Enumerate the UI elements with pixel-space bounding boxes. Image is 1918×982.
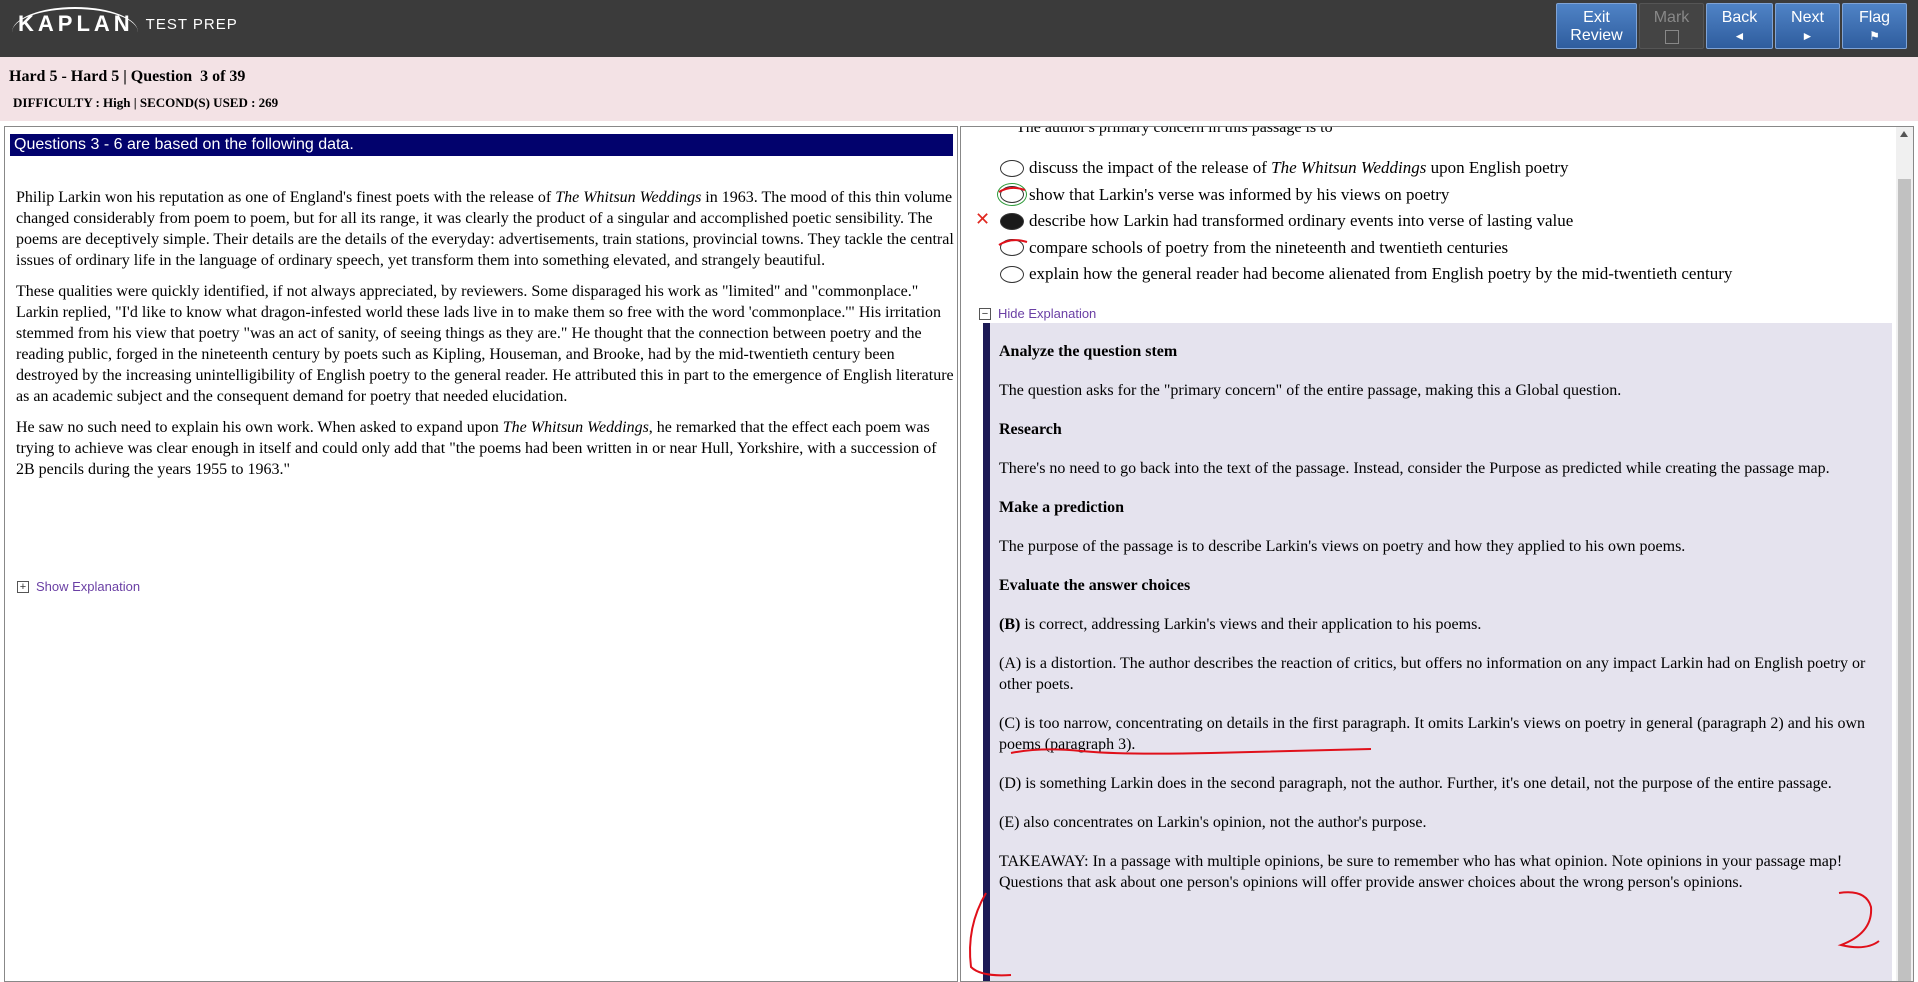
choice-e-radio[interactable] (1000, 265, 1024, 283)
collapse-icon: − (979, 307, 991, 320)
explanation-takeaway: TAKEAWAY: In a passage with multiple opi… (999, 853, 1843, 891)
next-button[interactable]: Next ► (1775, 3, 1840, 49)
passage-paragraph-3: He saw no such need to explain his own w… (16, 419, 937, 478)
back-label: Back (1721, 9, 1758, 26)
choice-e[interactable]: explain how the general reader had becom… (1000, 261, 1732, 288)
explanation-heading-analyze: Analyze the question stem (999, 343, 1178, 360)
explanation-text-analyze: The question asks for the "primary conce… (999, 382, 1622, 399)
flag-button[interactable]: Flag ⚑ (1842, 3, 1907, 49)
choice-c[interactable]: ✕ describe how Larkin had transformed or… (975, 208, 1732, 235)
passage-text: Philip Larkin won his reputation as one … (16, 187, 954, 490)
choice-d-radio[interactable] (1000, 239, 1024, 257)
hide-explanation-toggle[interactable]: − Hide Explanation (979, 306, 1096, 321)
exit-review-sublabel: Review (1570, 27, 1623, 44)
choice-d[interactable]: compare schools of poetry from the ninet… (1000, 235, 1732, 262)
hide-explanation-label: Hide Explanation (998, 306, 1097, 321)
expand-icon: + (17, 580, 29, 593)
passage-pane: Questions 3 - 6 are based on the followi… (4, 126, 958, 982)
logo-tagline: TEST PREP (145, 15, 238, 33)
answer-choices: discuss the impact of the release of The… (975, 155, 1732, 288)
choice-b[interactable]: show that Larkin's verse was informed by… (997, 182, 1732, 209)
kaplan-logo: KAPLAN TEST PREP (12, 6, 238, 42)
back-button[interactable]: Back ◄ (1706, 3, 1773, 49)
mark-checkbox[interactable] (1664, 30, 1679, 44)
flag-label: Flag (1858, 9, 1891, 26)
difficulty-info: DIFFICULTY : High | SECOND(S) USED : 269 (13, 95, 279, 110)
scroll-up-icon[interactable] (1900, 131, 1908, 137)
vertical-scrollbar[interactable] (1896, 127, 1913, 981)
question-stem: The author's primary concern in this pas… (1016, 126, 1333, 136)
choice-c-radio[interactable] (1000, 212, 1024, 230)
explanation-text-research: There's no need to go back into the text… (999, 460, 1830, 477)
choice-a-label: discuss the impact of the release of The… (1029, 158, 1569, 178)
passage-heading: Questions 3 - 6 are based on the followi… (10, 134, 953, 156)
question-header: Hard 5 - Hard 5 | Question 3 of 39 DIFFI… (0, 57, 1918, 121)
mark-button[interactable]: Mark (1639, 3, 1704, 49)
next-arrow-icon: ► (1801, 29, 1814, 43)
question-pane: The author's primary concern in this pas… (960, 126, 1914, 982)
next-label: Next (1791, 9, 1824, 26)
exit-review-button[interactable]: Exit Review (1556, 3, 1637, 49)
back-arrow-icon: ◄ (1733, 29, 1746, 43)
explanation-text-prediction: The purpose of the passage is to describ… (999, 538, 1686, 555)
explanation-choice-c: (C) is too narrow, concentrating on deta… (999, 715, 1866, 753)
explanation-heading-research: Research (999, 421, 1062, 438)
show-explanation-toggle[interactable]: + Show Explanation (17, 579, 140, 594)
passage-paragraph-1: Philip Larkin won his reputation as one … (16, 189, 954, 269)
show-explanation-label: Show Explanation (36, 579, 141, 594)
choice-a-radio[interactable] (1000, 159, 1024, 177)
exit-review-label: Exit (1583, 9, 1610, 26)
explanation-heading-prediction: Make a prediction (999, 499, 1125, 516)
explanation-body: Analyze the question stem The question a… (999, 341, 1889, 911)
flag-icon: ⚑ (1869, 29, 1880, 43)
choice-c-label: describe how Larkin had transformed ordi… (1029, 211, 1574, 231)
top-toolbar: KAPLAN TEST PREP Exit Review Mark Back ◄… (0, 0, 1918, 57)
explanation-choice-d: (D) is something Larkin does in the seco… (999, 775, 1832, 792)
choice-d-label: compare schools of poetry from the ninet… (1029, 237, 1509, 257)
scrollbar-thumb[interactable] (1898, 179, 1911, 981)
explanation-heading-evaluate: Evaluate the answer choices (999, 577, 1191, 594)
choice-e-label: explain how the general reader had becom… (1029, 264, 1733, 284)
explanation-panel: Analyze the question stem The question a… (983, 323, 1892, 981)
logo-wordmark: KAPLAN (12, 7, 138, 36)
choice-b-label: show that Larkin's verse was informed by… (1029, 184, 1450, 204)
explanation-choice-a: (A) is a distortion. The author describe… (999, 655, 1866, 693)
explanation-choice-b: (B) is correct, addressing Larkin's view… (999, 616, 1482, 633)
passage-paragraph-2: These qualities were quickly identified,… (16, 283, 954, 405)
choice-b-radio[interactable] (997, 183, 1027, 207)
explanation-choice-e: (E) also concentrates on Larkin's opinio… (999, 814, 1427, 831)
mark-label: Mark (1653, 9, 1690, 26)
choice-a[interactable]: discuss the impact of the release of The… (1000, 155, 1732, 182)
incorrect-icon: ✕ (975, 209, 991, 230)
question-title: Hard 5 - Hard 5 | Question 3 of 39 (9, 68, 246, 85)
